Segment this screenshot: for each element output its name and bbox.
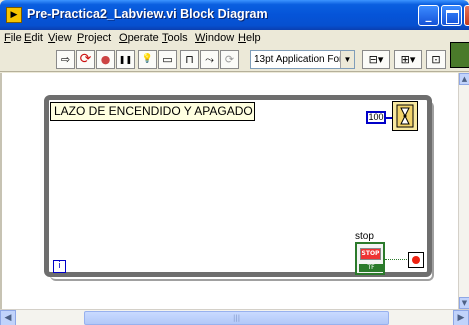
run-button[interactable]: ⇨ bbox=[56, 50, 75, 69]
grip-icon: ||| bbox=[233, 314, 241, 322]
wait-ms-icon[interactable] bbox=[392, 101, 418, 131]
stop-button-terminal[interactable]: STOP TF bbox=[355, 242, 385, 275]
menu-view[interactable]: View bbox=[48, 32, 72, 44]
menu-operate[interactable]: Operate bbox=[119, 32, 159, 44]
scroll-down-icon[interactable]: ▼ bbox=[459, 297, 469, 309]
menu-edit[interactable]: Edit bbox=[24, 32, 43, 44]
maximize-button[interactable] bbox=[441, 5, 462, 26]
close-button[interactable]: ✕ bbox=[464, 5, 469, 26]
vertical-scrollbar[interactable]: ▲ ▼ bbox=[458, 73, 469, 309]
window-title: Pre-Practica2_Labview.vi Block Diagram bbox=[27, 7, 268, 21]
toolbar: ⇨ ⟳ ● ❚❚ 💡 ▭ ⊓ ⤳ ⟳ 13pt Application Font… bbox=[0, 48, 469, 72]
chevron-down-icon: ▾ bbox=[377, 53, 384, 66]
distribute-objects-button[interactable]: ⊞▾ bbox=[394, 50, 422, 69]
iteration-terminal[interactable]: i bbox=[53, 260, 66, 273]
title-bar[interactable]: ▶ Pre-Practica2_Labview.vi Block Diagram… bbox=[0, 0, 469, 30]
block-diagram-canvas[interactable]: LAZO DE ENCENDIDO Y APAGADO 100 i stop S… bbox=[0, 73, 458, 309]
scroll-up-icon[interactable]: ▲ bbox=[459, 73, 469, 85]
chevron-down-icon[interactable]: ▼ bbox=[340, 51, 354, 68]
labview-vi-icon[interactable]: ▶ bbox=[6, 7, 22, 23]
menu-window[interactable]: Window bbox=[195, 32, 234, 44]
align-objects-button[interactable]: ⊟▾ bbox=[362, 50, 390, 69]
font-select-value: 13pt Application Font bbox=[254, 54, 348, 65]
wait-constant[interactable]: 100 bbox=[366, 111, 386, 124]
step-into-button[interactable]: ⊓ bbox=[180, 50, 199, 69]
boolean-wire[interactable] bbox=[385, 259, 409, 260]
horizontal-scrollbar[interactable]: ◀ ||| ▶ bbox=[0, 309, 469, 325]
scroll-thumb[interactable]: ||| bbox=[84, 311, 389, 325]
block-diagram-window: ▶ Pre-Practica2_Labview.vi Block Diagram… bbox=[0, 0, 469, 325]
scroll-right-icon[interactable]: ▶ bbox=[453, 310, 469, 325]
comment-label[interactable]: LAZO DE ENCENDIDO Y APAGADO bbox=[50, 102, 255, 121]
menu-tools[interactable]: Tools bbox=[162, 32, 188, 44]
run-continuously-button[interactable]: ⟳ bbox=[76, 50, 95, 69]
stop-button-glyph: STOP bbox=[360, 248, 381, 260]
step-out-button[interactable]: ⟳ bbox=[220, 50, 239, 69]
boolean-type-tag: TF bbox=[359, 264, 383, 272]
pause-button[interactable]: ❚❚ bbox=[116, 50, 135, 69]
step-over-button[interactable]: ⤳ bbox=[200, 50, 219, 69]
scroll-left-icon[interactable]: ◀ bbox=[0, 310, 16, 325]
highlight-execution-button[interactable]: 💡 bbox=[138, 50, 157, 69]
retain-wire-values-button[interactable]: ▭ bbox=[158, 50, 177, 69]
menu-project[interactable]: Project bbox=[77, 32, 111, 44]
chevron-down-icon: ▾ bbox=[409, 53, 416, 66]
abort-button[interactable]: ● bbox=[96, 50, 115, 69]
minimize-button[interactable]: _ bbox=[418, 5, 439, 26]
loop-condition-terminal[interactable] bbox=[408, 252, 424, 268]
menu-file[interactable]: File bbox=[4, 32, 22, 44]
vi-icon[interactable] bbox=[450, 42, 469, 68]
reorder-button[interactable]: ⊡ bbox=[426, 50, 446, 69]
menu-bar: File Edit View Project Operate Tools Win… bbox=[0, 30, 469, 48]
stop-label: stop bbox=[355, 231, 374, 242]
font-select[interactable]: 13pt Application Font ▼ bbox=[250, 50, 355, 69]
menu-help[interactable]: Help bbox=[238, 32, 261, 44]
